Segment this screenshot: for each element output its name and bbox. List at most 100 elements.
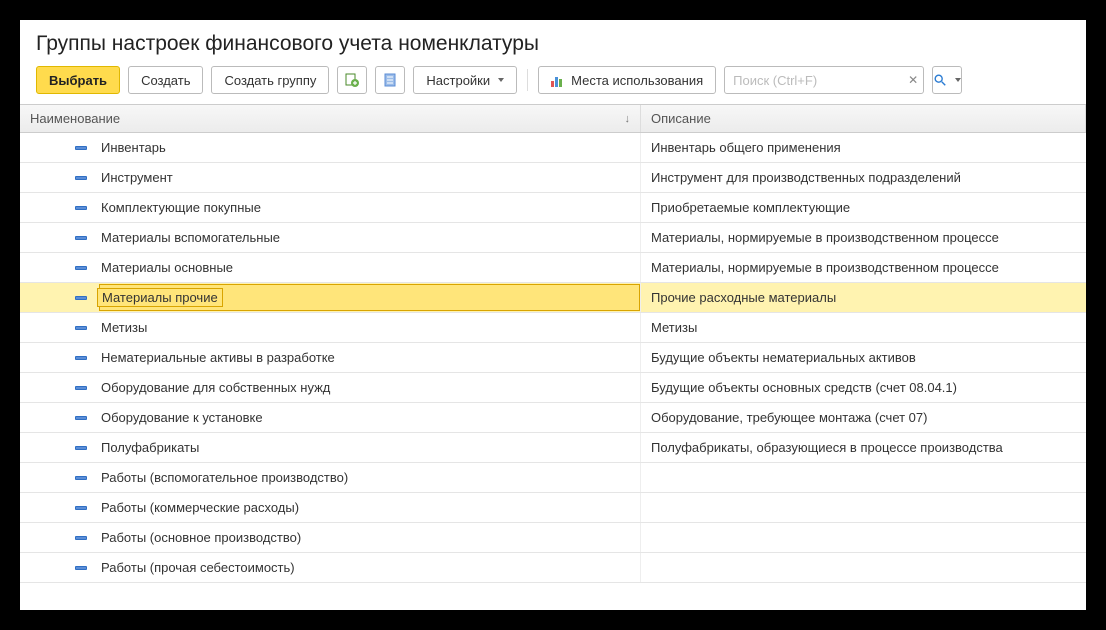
row-name: Оборудование для собственных нужд xyxy=(101,380,330,395)
cell-name: Комплектующие покупные xyxy=(20,193,641,222)
create-group-button[interactable]: Создать группу xyxy=(211,66,329,94)
cell-name: Метизы xyxy=(20,313,641,342)
cell-desc xyxy=(641,523,1086,552)
table-row[interactable]: Работы (основное производство) xyxy=(20,523,1086,553)
cell-desc: Инструмент для производственных подразде… xyxy=(641,163,1086,192)
cell-name: Работы (основное производство) xyxy=(20,523,641,552)
row-name: Работы (основное производство) xyxy=(101,530,301,545)
cell-name: Оборудование для собственных нужд xyxy=(20,373,641,402)
search-button[interactable] xyxy=(932,66,962,94)
search-field: ✕ xyxy=(724,66,924,94)
list-icon xyxy=(382,72,398,88)
item-icon xyxy=(75,356,87,360)
row-name: Инструмент xyxy=(101,170,173,185)
cell-name: Работы (прочая себестоимость) xyxy=(20,553,641,582)
cell-desc: Будущие объекты нематериальных активов xyxy=(641,343,1086,372)
table-row[interactable]: Инструмент Инструмент для производственны… xyxy=(20,163,1086,193)
copy-button[interactable] xyxy=(337,66,367,94)
cell-desc: Метизы xyxy=(641,313,1086,342)
cell-name: Полуфабрикаты xyxy=(20,433,641,462)
item-icon xyxy=(75,176,87,180)
cell-desc xyxy=(641,493,1086,522)
cell-desc xyxy=(641,463,1086,492)
cell-desc: Инвентарь общего применения xyxy=(641,133,1086,162)
cell-desc: Материалы, нормируемые в производственно… xyxy=(641,223,1086,252)
cell-desc: Полуфабрикаты, образующиеся в процессе п… xyxy=(641,433,1086,462)
usage-button[interactable]: Места использования xyxy=(538,66,716,94)
table-row[interactable]: Нематериальные активы в разработке Будущи… xyxy=(20,343,1086,373)
item-icon xyxy=(75,236,87,240)
cell-desc: Будущие объекты основных средств (счет 0… xyxy=(641,373,1086,402)
list-button[interactable] xyxy=(375,66,405,94)
column-header-name[interactable]: Наименование ↓ xyxy=(20,105,641,132)
row-name: Комплектующие покупные xyxy=(101,200,261,215)
item-icon xyxy=(75,566,87,570)
item-icon xyxy=(75,296,87,300)
settings-label: Настройки xyxy=(426,73,490,88)
row-name: Материалы основные xyxy=(101,260,233,275)
item-icon xyxy=(75,146,87,150)
cell-name: Материалы основные xyxy=(20,253,641,282)
chevron-down-icon xyxy=(955,78,961,82)
cell-desc: Прочие расходные материалы xyxy=(641,283,1086,312)
table-row[interactable]: Инвентарь Инвентарь общего применения xyxy=(20,133,1086,163)
item-icon xyxy=(75,206,87,210)
create-button[interactable]: Создать xyxy=(128,66,203,94)
table-header: Наименование ↓ Описание xyxy=(20,105,1086,133)
row-name: Оборудование к установке xyxy=(101,410,263,425)
column-header-desc[interactable]: Описание xyxy=(641,105,1086,132)
chevron-down-icon xyxy=(498,78,504,82)
copy-icon xyxy=(344,72,360,88)
table-row[interactable]: Оборудование к установке Оборудование, тр… xyxy=(20,403,1086,433)
cell-desc: Материалы, нормируемые в производственно… xyxy=(641,253,1086,282)
row-name: Полуфабрикаты xyxy=(101,440,199,455)
sort-arrow-icon: ↓ xyxy=(625,113,631,125)
row-name: Материалы прочие xyxy=(97,288,223,307)
table-row[interactable]: Работы (коммерческие расходы) xyxy=(20,493,1086,523)
row-name: Работы (коммерческие расходы) xyxy=(101,500,299,515)
item-icon xyxy=(75,326,87,330)
table-row[interactable]: Материалы прочие Прочие расходные материа… xyxy=(20,283,1086,313)
item-icon xyxy=(75,506,87,510)
table-row[interactable]: Работы (прочая себестоимость) xyxy=(20,553,1086,583)
usage-label: Места использования xyxy=(571,73,703,88)
row-name: Работы (прочая себестоимость) xyxy=(101,560,295,575)
cell-name: Нематериальные активы в разработке xyxy=(20,343,641,372)
page-title: Группы настроек финансового учета номенк… xyxy=(20,20,1086,66)
chart-icon xyxy=(551,73,565,87)
select-button[interactable]: Выбрать xyxy=(36,66,120,94)
table-row[interactable]: Комплектующие покупные Приобретаемые комп… xyxy=(20,193,1086,223)
row-name: Нематериальные активы в разработке xyxy=(101,350,335,365)
cell-name: Материалы вспомогательные xyxy=(20,223,641,252)
cell-name: Работы (вспомогательное производство) xyxy=(20,463,641,492)
item-icon xyxy=(75,446,87,450)
row-name: Инвентарь xyxy=(101,140,166,155)
row-name: Материалы вспомогательные xyxy=(101,230,280,245)
table-row[interactable]: Полуфабрикаты Полуфабрикаты, образующиеся… xyxy=(20,433,1086,463)
search-input[interactable] xyxy=(724,66,924,94)
window: Группы настроек финансового учета номенк… xyxy=(20,20,1086,610)
item-icon xyxy=(75,416,87,420)
table-row[interactable]: Материалы основные Материалы, нормируемые… xyxy=(20,253,1086,283)
search-icon xyxy=(933,72,947,88)
cell-name: Оборудование к установке xyxy=(20,403,641,432)
cell-name: Материалы прочие xyxy=(20,283,641,312)
table-row[interactable]: Метизы Метизы xyxy=(20,313,1086,343)
table-row[interactable]: Работы (вспомогательное производство) xyxy=(20,463,1086,493)
settings-button[interactable]: Настройки xyxy=(413,66,517,94)
item-icon xyxy=(75,386,87,390)
table-body: ИнвентарьИнвентарь общего примененияИнст… xyxy=(20,133,1086,583)
item-icon xyxy=(75,476,87,480)
cell-name: Работы (коммерческие расходы) xyxy=(20,493,641,522)
cell-desc: Оборудование, требующее монтажа (счет 07… xyxy=(641,403,1086,432)
table-row[interactable]: Оборудование для собственных нужд Будущие… xyxy=(20,373,1086,403)
divider xyxy=(527,69,528,91)
row-name: Метизы xyxy=(101,320,147,335)
cell-name: Инвентарь xyxy=(20,133,641,162)
item-icon xyxy=(75,266,87,270)
clear-icon[interactable]: ✕ xyxy=(908,73,918,87)
table-row[interactable]: Материалы вспомогательные Материалы, норм… xyxy=(20,223,1086,253)
cell-desc: Приобретаемые комплектующие xyxy=(641,193,1086,222)
table: Наименование ↓ Описание ИнвентарьИнвента… xyxy=(20,104,1086,583)
cell-name: Инструмент xyxy=(20,163,641,192)
